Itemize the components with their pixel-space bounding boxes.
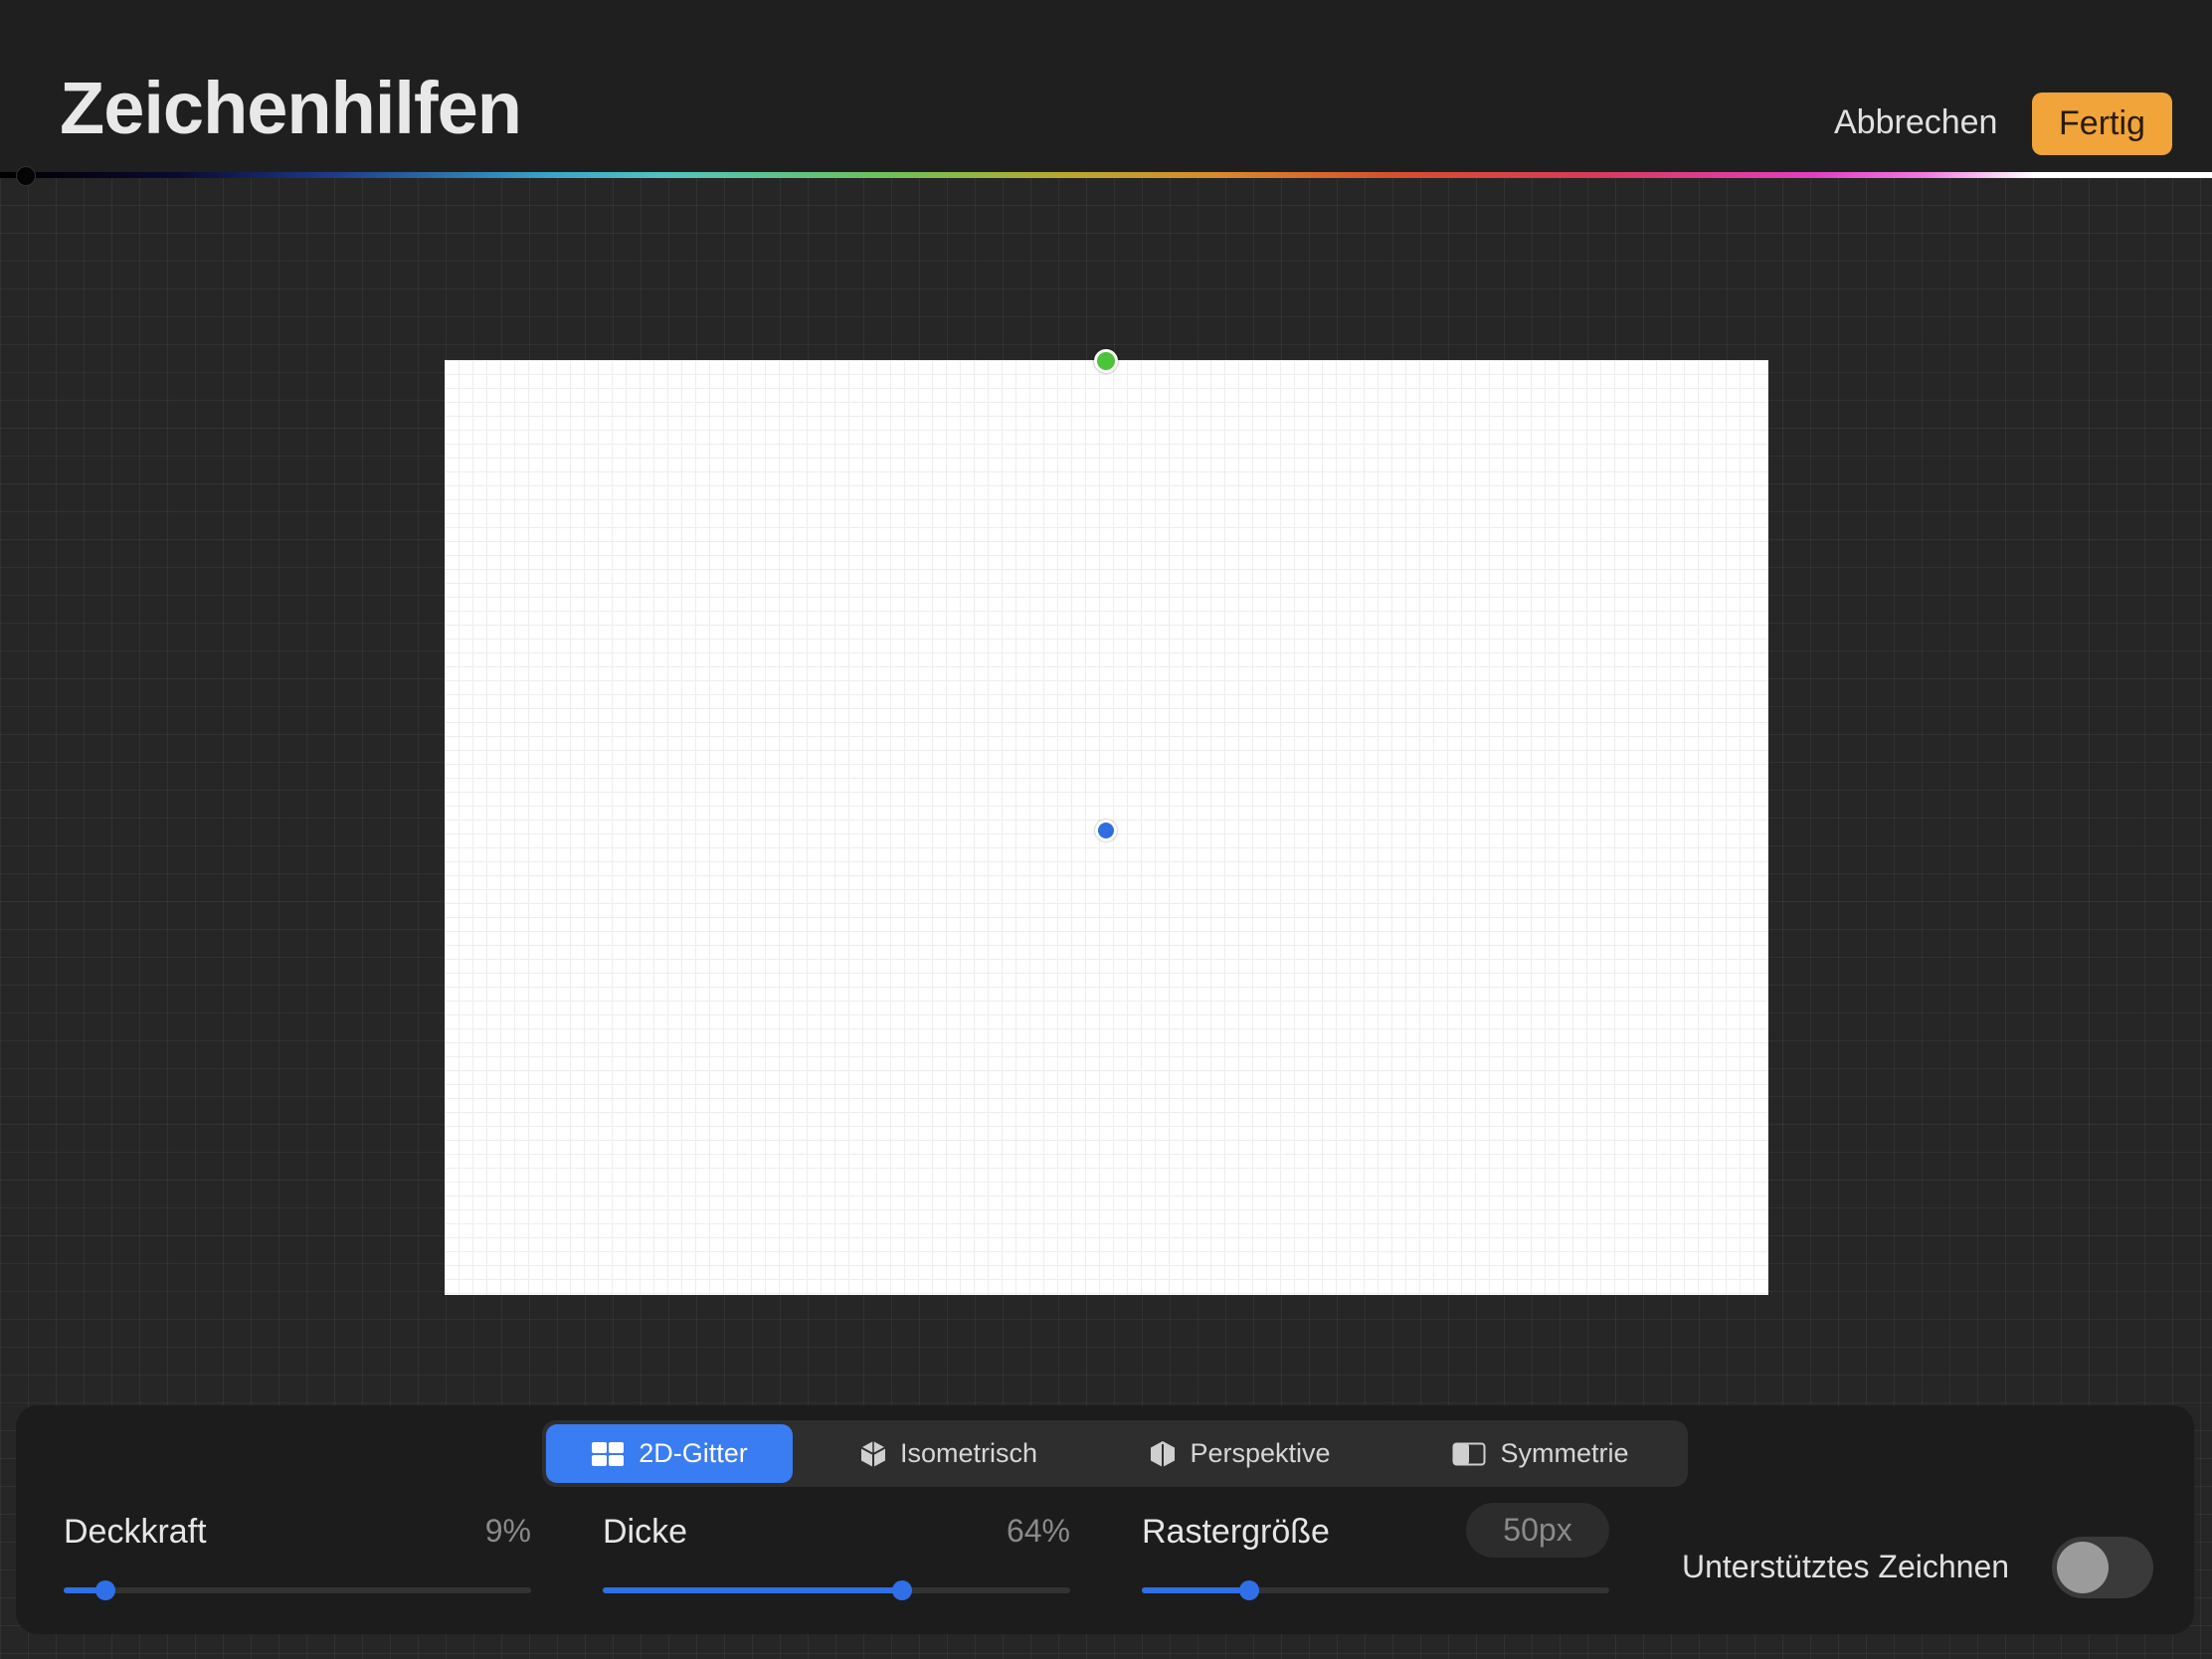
- thickness-label: Dicke: [603, 1513, 688, 1551]
- symmetry-icon: [1452, 1442, 1486, 1466]
- grid-size-label: Rastergröße: [1142, 1513, 1330, 1551]
- grid-color-knob[interactable]: [16, 166, 36, 186]
- tab-symmetry[interactable]: Symmetrie: [1397, 1424, 1684, 1483]
- grid-size-slider-group: Rastergröße 50px: [1142, 1503, 1609, 1602]
- move-handle[interactable]: [1095, 820, 1117, 841]
- opacity-value: 9%: [484, 1513, 531, 1549]
- thickness-slider-thumb[interactable]: [891, 1580, 912, 1600]
- assisted-drawing-toggle[interactable]: [2052, 1537, 2153, 1598]
- header-bar: Zeichenhilfen Abbrechen Fertig: [0, 0, 2212, 175]
- grid-size-slider[interactable]: [1142, 1580, 1609, 1600]
- thickness-slider-group: Dicke 64%: [603, 1513, 1070, 1602]
- page-title: Zeichenhilfen: [60, 67, 522, 149]
- guide-type-selector: 2D-Gitter Isometrisch Perspektive Symmet…: [542, 1420, 1688, 1487]
- toggle-knob: [2057, 1542, 2109, 1593]
- isometric-cube-icon: [860, 1440, 886, 1468]
- perspective-cube-icon: [1150, 1440, 1176, 1468]
- opacity-slider-group: Deckkraft 9%: [64, 1513, 531, 1602]
- opacity-slider[interactable]: [64, 1580, 531, 1600]
- tab-isometric[interactable]: Isometrisch: [815, 1424, 1083, 1483]
- tab-perspective[interactable]: Perspektive: [1105, 1424, 1376, 1483]
- grid-2d-icon: [591, 1441, 625, 1467]
- drawing-guides-screen: Zeichenhilfen Abbrechen Fertig 2D-Gitter: [0, 0, 2212, 1659]
- rotation-handle[interactable]: [1094, 349, 1118, 373]
- tab-label: Isometrisch: [899, 1438, 1038, 1468]
- opacity-slider-thumb[interactable]: [95, 1580, 116, 1600]
- cancel-button[interactable]: Abbrechen: [1834, 103, 1997, 142]
- thickness-slider-fill: [603, 1587, 902, 1593]
- assisted-drawing-label: Unterstütztes Zeichnen: [1682, 1549, 2010, 1584]
- grid-size-value-field[interactable]: 50px: [1466, 1503, 1609, 1558]
- guide-settings-panel: 2D-Gitter Isometrisch Perspektive Symmet…: [16, 1405, 2194, 1634]
- tab-label: Symmetrie: [1500, 1438, 1629, 1468]
- grid-color-spectrum-slider[interactable]: [0, 172, 2212, 178]
- thickness-slider[interactable]: [603, 1580, 1070, 1600]
- tab-label: Perspektive: [1190, 1438, 1331, 1468]
- thickness-value: 64%: [1006, 1513, 1070, 1549]
- done-button[interactable]: Fertig: [2032, 92, 2172, 155]
- grid-size-slider-fill: [1142, 1587, 1250, 1593]
- tab-label: 2D-Gitter: [639, 1438, 748, 1468]
- opacity-label: Deckkraft: [64, 1513, 207, 1551]
- grid-size-slider-thumb[interactable]: [1239, 1580, 1260, 1600]
- tab-2d-grid[interactable]: 2D-Gitter: [546, 1424, 793, 1483]
